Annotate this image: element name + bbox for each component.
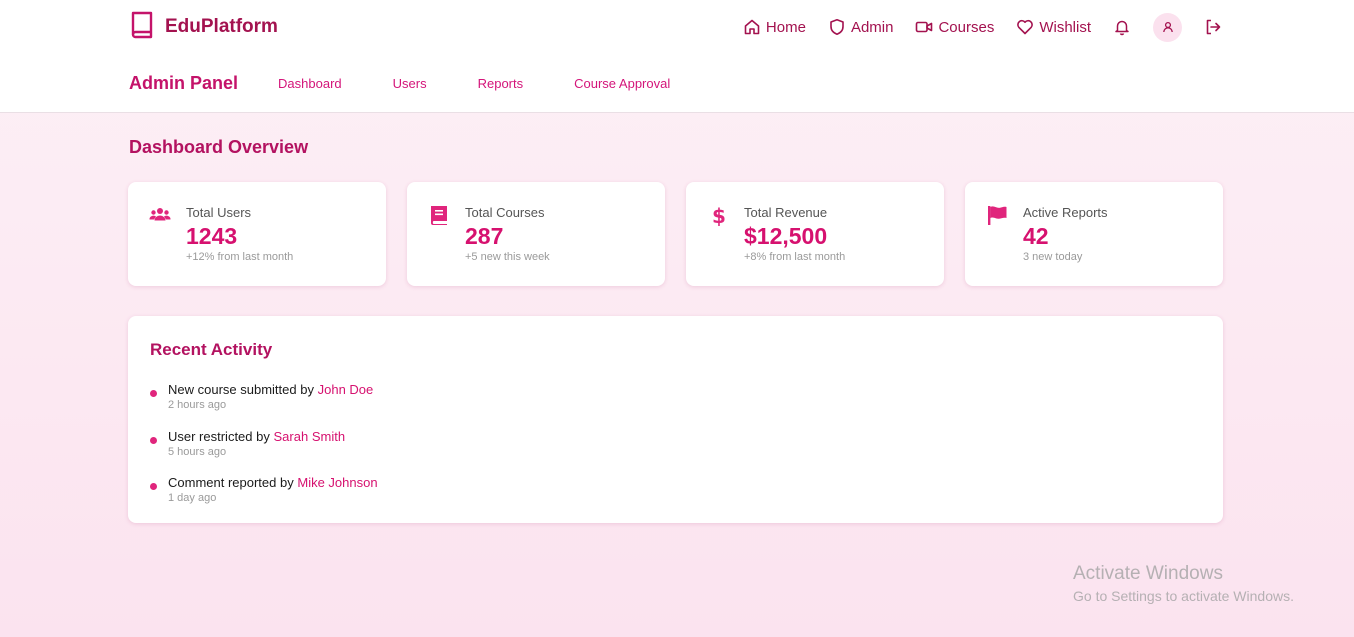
activity-time: 5 hours ago	[168, 446, 227, 458]
book-icon	[129, 10, 155, 45]
stat-card-reports: Active Reports 42 3 new today	[965, 182, 1223, 286]
stats-cards: Total Users 1243 +12% from last month To…	[128, 182, 1223, 286]
stat-label: Total Users	[186, 205, 252, 220]
brand-name: EduPlatform	[165, 16, 278, 37]
stat-note: 3 new today	[1023, 251, 1083, 263]
main-nav: Home Admin Courses Wishlist	[743, 12, 1222, 42]
nav-courses[interactable]: Courses	[915, 18, 994, 36]
nav-home[interactable]: Home	[743, 18, 806, 36]
stat-value: 42	[1023, 223, 1049, 249]
watermark-subtitle: Go to Settings to activate Windows.	[1073, 588, 1294, 604]
recent-activity-title: Recent Activity	[150, 340, 273, 359]
stat-value: 1243	[186, 223, 238, 249]
activity-by: by	[280, 475, 294, 490]
stat-value: $12,500	[744, 223, 828, 249]
flag-icon	[988, 206, 1007, 225]
home-icon	[744, 19, 760, 35]
admin-subnav: Admin Panel Dashboard Users Reports Cour…	[129, 70, 721, 96]
logout-button[interactable]	[1204, 18, 1222, 36]
stat-card-revenue: $ Total Revenue $12,500 +8% from last mo…	[686, 182, 944, 286]
avatar[interactable]	[1153, 12, 1182, 42]
activity-time: 2 hours ago	[168, 399, 227, 411]
subnav-dashboard[interactable]: Dashboard	[278, 76, 342, 91]
activate-windows-watermark: Activate Windows Go to Settings to activ…	[1073, 563, 1294, 604]
watermark-title: Activate Windows	[1073, 563, 1223, 584]
activity-action: User restricted	[168, 429, 253, 444]
activity-action: Comment reported	[168, 475, 277, 490]
activity-text: New course submitted by John Doe	[168, 382, 373, 397]
dollar-icon: $	[712, 204, 726, 226]
svg-text:$: $	[712, 204, 726, 226]
heart-icon	[1017, 19, 1034, 35]
nav-admin[interactable]: Admin	[828, 18, 894, 36]
stat-card-courses: Total Courses 287 +5 new this week	[407, 182, 665, 286]
nav-wishlist[interactable]: Wishlist	[1016, 18, 1091, 36]
nav-admin-label: Admin	[850, 18, 894, 36]
activity-user-link[interactable]: John Doe	[318, 382, 374, 397]
stat-label: Total Revenue	[744, 205, 828, 220]
bullet-dot	[150, 390, 157, 397]
stat-note: +12% from last month	[186, 251, 294, 263]
book-icon	[431, 206, 447, 225]
activity-user-link[interactable]: Mike Johnson	[297, 475, 377, 490]
stat-label: Total Courses	[465, 205, 545, 220]
page-title: Dashboard Overview	[129, 137, 309, 157]
stat-label: Active Reports	[1023, 205, 1108, 220]
notifications-button[interactable]	[1113, 18, 1131, 36]
bullet-dot	[150, 483, 157, 490]
activity-text: User restricted by Sarah Smith	[168, 429, 345, 444]
subnav-reports[interactable]: Reports	[478, 76, 524, 91]
video-icon	[916, 21, 933, 33]
stat-note: +8% from last month	[744, 251, 846, 263]
activity-text: Comment reported by Mike Johnson	[168, 475, 378, 490]
nav-wishlist-label: Wishlist	[1039, 18, 1091, 36]
activity-by: by	[256, 429, 270, 444]
shield-icon	[830, 19, 844, 35]
top-navbar: EduPlatform Home Admin Courses Wishlist …	[0, 0, 1354, 113]
subnav-users[interactable]: Users	[393, 76, 427, 91]
logout-icon	[1206, 19, 1221, 35]
bullet-dot	[150, 437, 157, 444]
activity-action: New course submitted	[168, 382, 297, 397]
nav-home-label: Home	[765, 18, 806, 36]
recent-activity-panel: Recent Activity New course submitted by …	[128, 316, 1223, 523]
users-icon	[149, 208, 171, 221]
nav-courses-label: Courses	[938, 18, 995, 36]
bell-icon	[1115, 20, 1129, 36]
admin-panel-title: Admin Panel	[129, 72, 239, 93]
stat-note: +5 new this week	[465, 251, 550, 263]
activity-time: 1 day ago	[168, 492, 217, 504]
stat-card-users: Total Users 1243 +12% from last month	[128, 182, 386, 286]
activity-user-link[interactable]: Sarah Smith	[274, 429, 346, 444]
stat-value: 287	[465, 223, 504, 249]
user-icon	[1162, 21, 1173, 33]
brand[interactable]: EduPlatform	[129, 10, 278, 45]
activity-by: by	[300, 382, 314, 397]
subnav-course-approval[interactable]: Course Approval	[574, 76, 670, 91]
